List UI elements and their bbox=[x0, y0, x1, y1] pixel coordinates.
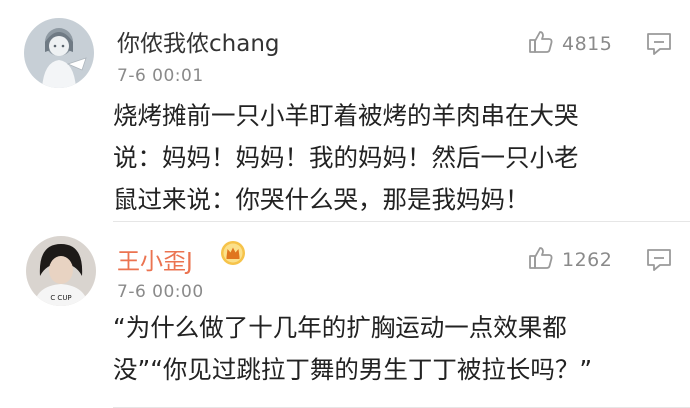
comment-bubble-icon bbox=[646, 33, 672, 60]
avatar[interactable] bbox=[24, 18, 94, 88]
comment-bubble-icon bbox=[646, 249, 672, 276]
like-count: 4815 bbox=[562, 33, 613, 55]
avatar-shirt-text: C CUP bbox=[50, 294, 71, 302]
comment-text-line: 烧烤摊前一只小羊盯着被烤的羊肉串在大哭 bbox=[113, 101, 579, 130]
comment-text-line: 没”“你见过跳拉丁舞的男生丁丁被拉长吗？” bbox=[113, 355, 593, 384]
reply-button[interactable] bbox=[646, 248, 672, 276]
crown-badge-icon bbox=[220, 240, 246, 266]
username[interactable]: 王小歪J bbox=[117, 242, 193, 276]
avatar[interactable]: C CUP bbox=[26, 236, 96, 306]
comment-text: “为什么做了十几年的扩胸运动一点效果都 没”“你见过跳拉丁舞的男生丁丁被拉长吗？… bbox=[113, 307, 673, 391]
username[interactable]: 你侬我侬chang bbox=[117, 24, 280, 58]
comment-text-line: 说：妈妈！妈妈！我的妈妈！然后一只小老 bbox=[113, 143, 579, 172]
like-count: 1262 bbox=[562, 249, 613, 271]
like-button[interactable]: 1262 bbox=[528, 245, 612, 275]
comment-list: 你侬我侬chang 7-6 00:01 4815 烧烤摊前一只小羊盯着被烤的羊肉… bbox=[0, 0, 690, 408]
comment-time: 7-6 00:01 bbox=[117, 66, 204, 86]
comment-text: 烧烤摊前一只小羊盯着被烤的羊肉串在大哭 说：妈妈！妈妈！我的妈妈！然后一只小老 … bbox=[113, 95, 673, 221]
thumbs-up-icon bbox=[528, 29, 554, 59]
thumbs-up-icon bbox=[528, 245, 554, 275]
reply-button[interactable] bbox=[646, 32, 672, 60]
comment-text-line: “为什么做了十几年的扩胸运动一点效果都 bbox=[113, 313, 567, 342]
comment-item: 你侬我侬chang 7-6 00:01 4815 烧烤摊前一只小羊盯着被烤的羊肉… bbox=[0, 0, 690, 222]
like-button[interactable]: 4815 bbox=[528, 29, 612, 59]
comment-time: 7-6 00:00 bbox=[117, 282, 204, 302]
comment-text-line: 鼠过来说：你哭什么哭，那是我妈妈！ bbox=[113, 185, 530, 214]
comment-item: C CUP 王小歪J 7-6 00:00 1262 “为什么做了十几年的扩胸运动… bbox=[0, 222, 690, 408]
